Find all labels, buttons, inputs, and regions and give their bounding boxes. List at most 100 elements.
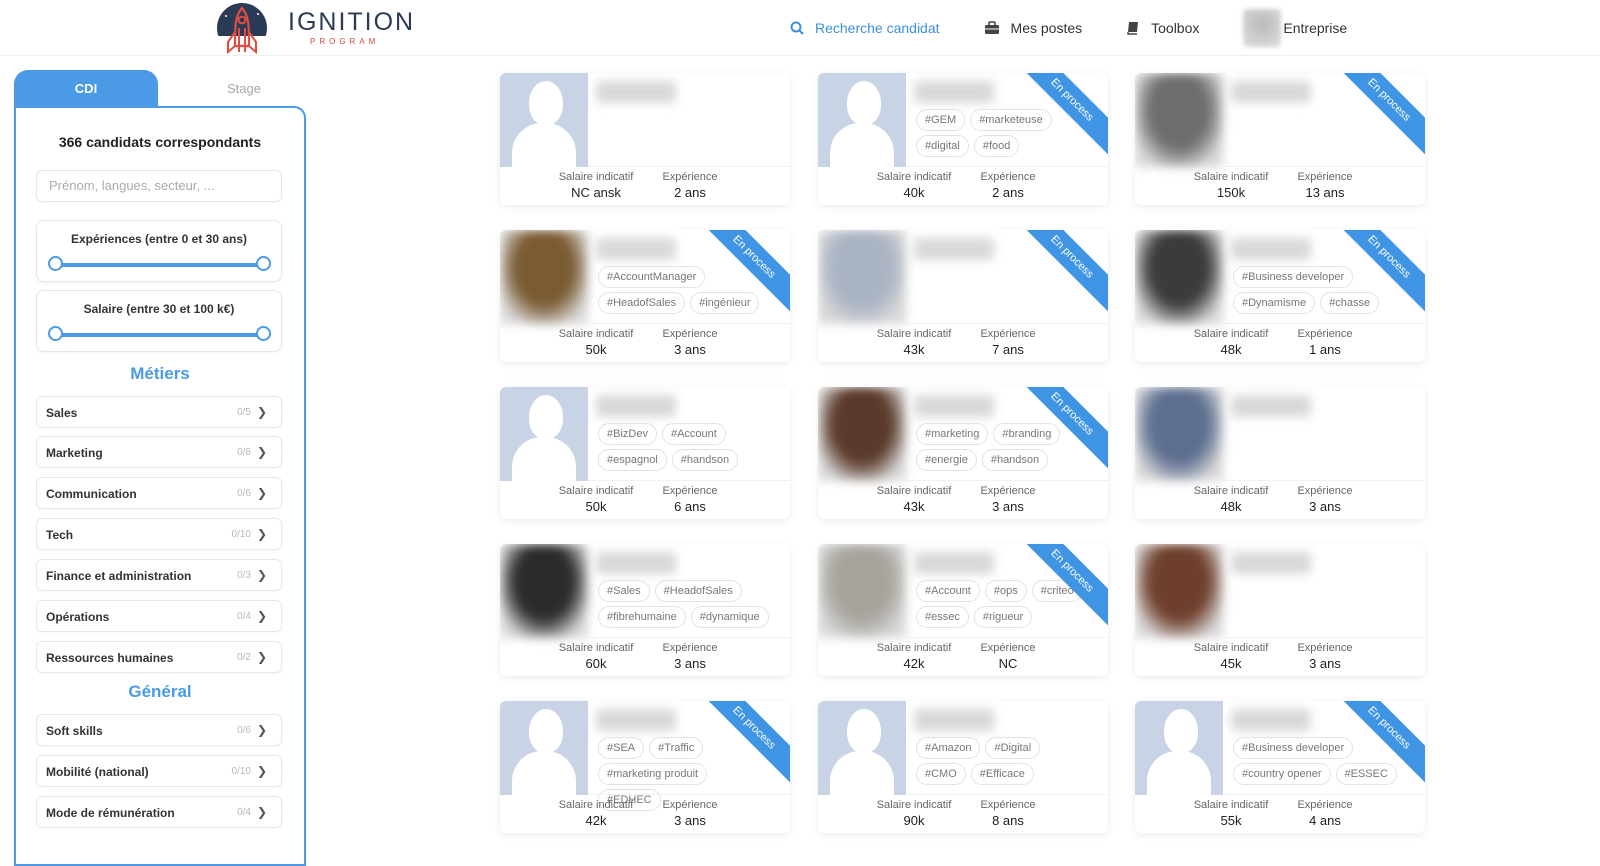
tag-list: #Account #ops #criteo #essec #rigueur [916, 580, 1096, 632]
filter-mobilite[interactable]: Mobilité (national) 0/10 ❯ [36, 755, 282, 787]
experience-stat: Expérience 7 ans [968, 328, 1048, 357]
candidate-card[interactable]: #Amazon #Digital #CMO #Efficace Salaire indi… [818, 701, 1108, 833]
experience-stat: Expérience 2 ans [968, 171, 1048, 200]
salary-value: NC ansk [571, 185, 621, 200]
card-divider [1223, 794, 1425, 795]
experience-value: 3 ans [674, 342, 706, 357]
chevron-right-icon: ❯ [256, 405, 267, 419]
experience-max-handle[interactable] [256, 256, 271, 271]
filter-label: Sales [46, 406, 78, 420]
salary-stat: Salaire indicatif NC ansk [548, 171, 644, 200]
experience-label: Expérience [662, 328, 718, 340]
tag-list: #Business developer #Dynamisme #chasse [1233, 266, 1413, 318]
avatar-body-shape [830, 751, 894, 795]
salary-min-handle[interactable] [48, 326, 63, 341]
experience-stat: Expérience NC [968, 642, 1048, 671]
filter-count: 0/2 [237, 652, 251, 663]
filter-sales[interactable]: Sales 0/5 ❯ [36, 396, 282, 428]
candidate-card[interactable]: #Business developer #country opener #ESSEC… [1135, 701, 1425, 833]
rocket-logo-icon [214, 2, 270, 65]
tag-list: #marketing #branding #energie #handson [916, 423, 1096, 475]
experience-stat: Expérience 3 ans [650, 328, 730, 357]
card-divider [1223, 480, 1425, 481]
skill-tag: #Account [661, 423, 726, 445]
candidate-card[interactable]: Salaire indicatif 48k Expérience 3 ans [1135, 387, 1425, 519]
avatar-body-shape [512, 751, 576, 795]
salary-value: 50k [585, 342, 607, 357]
skill-tag: #Business developer [1233, 737, 1354, 759]
candidate-photo [500, 544, 588, 638]
salary-label: Salaire indicatif [1193, 485, 1269, 497]
en-process-ribbon: En process [1013, 230, 1108, 316]
skill-tag: #ingénieur [690, 292, 760, 314]
candidate-card[interactable]: #SEA #Traffic #marketing produit #EDHEC Sala… [500, 701, 790, 833]
experience-value: 6 ans [674, 499, 706, 514]
candidate-card[interactable]: Salaire indicatif 43k Expérience 7 ans En pr… [818, 230, 1108, 362]
experience-min-handle[interactable] [48, 256, 63, 271]
candidate-name-blurred [1231, 395, 1311, 417]
card-divider [906, 323, 1108, 324]
chevron-right-icon: ❯ [256, 527, 267, 541]
filter-ressources-humaines[interactable]: Ressources humaines 0/2 ❯ [36, 641, 282, 673]
nav-label: Mes postes [1010, 20, 1083, 36]
skill-tag: #dynamique [690, 606, 769, 628]
search-icon [790, 21, 804, 35]
skill-tag: #chasse [1320, 292, 1380, 314]
salary-slider-track[interactable] [55, 333, 265, 337]
nav-entreprise[interactable]: Entreprise [1243, 9, 1347, 47]
metiers-title: Métiers [130, 364, 190, 383]
salary-stat: Salaire indicatif 43k [866, 485, 962, 514]
candidate-card[interactable]: #Business developer #Dynamisme #chasse Sala… [1135, 230, 1425, 362]
experience-stat: Expérience 1 ans [1285, 328, 1365, 357]
ignition-logo[interactable]: IGNITION PROGRAM [214, 2, 415, 65]
salary-max-handle[interactable] [256, 326, 271, 341]
filter-tech[interactable]: Tech 0/10 ❯ [36, 518, 282, 550]
filter-marketing[interactable]: Marketing 0/8 ❯ [36, 436, 282, 468]
filter-operations[interactable]: Opérations 0/4 ❯ [36, 600, 282, 632]
nav-recherche-candidat[interactable]: Recherche candidat [790, 20, 940, 36]
experience-value: 3 ans [992, 499, 1024, 514]
search-input[interactable]: Prénom, langues, secteur, ... [36, 170, 282, 202]
candidate-card[interactable]: Salaire indicatif 45k Expérience 3 ans [1135, 544, 1425, 676]
tag-list: #AccountManager #HeadofSales #ingénieur [598, 266, 778, 318]
candidate-card[interactable]: #GEM #marketeuse #digital #food Salaire indi… [818, 73, 1108, 205]
candidate-card[interactable]: #AccountManager #HeadofSales #ingénieur Sal… [500, 230, 790, 362]
tab-cdi[interactable]: CDI [14, 70, 158, 108]
candidate-name-blurred [596, 81, 676, 103]
chevron-right-icon: ❯ [256, 650, 267, 664]
experience-label: Expérience [980, 799, 1036, 811]
filter-count: 0/4 [237, 611, 251, 622]
card-divider [906, 794, 1108, 795]
nav-toolbox[interactable]: Toolbox [1126, 20, 1199, 36]
salary-stat: Salaire indicatif 55k [1183, 799, 1279, 828]
tab-stage[interactable]: Stage [172, 70, 316, 108]
candidate-card[interactable]: #Sales #HeadofSales #fibrehumaine #dynamiqu… [500, 544, 790, 676]
candidate-card[interactable]: Salaire indicatif NC ansk Expérience 2 ans [500, 73, 790, 205]
salary-label: Salaire indicatif [1193, 328, 1269, 340]
contract-tabs: CDI Stage [14, 70, 306, 108]
filter-panel: 366 candidats correspondants Prénom, lan… [14, 106, 306, 866]
experience-value: 2 ans [992, 185, 1024, 200]
filter-mode-remuneration[interactable]: Mode de rémunération 0/4 ❯ [36, 796, 282, 828]
avatar-head-shape [1164, 709, 1198, 753]
experience-slider-track[interactable] [55, 263, 265, 267]
salary-value: 55k [1220, 813, 1242, 828]
filter-count: 0/5 [237, 407, 251, 418]
nav-mes-postes[interactable]: Mes postes [984, 20, 1083, 36]
candidate-card[interactable]: #marketing #branding #energie #handson Salai… [818, 387, 1108, 519]
candidate-name-blurred [1231, 238, 1311, 260]
candidate-card[interactable]: #Account #ops #criteo #essec #rigueur Salaire… [818, 544, 1108, 676]
salary-value: 150k [1216, 185, 1246, 200]
filter-communication[interactable]: Communication 0/6 ❯ [36, 477, 282, 509]
filter-finance[interactable]: Finance et administration 0/3 ❯ [36, 559, 282, 591]
skill-tag: #Business developer [1233, 266, 1354, 288]
candidate-card[interactable]: #BizDev #Account #espagnol #handson Salaire … [500, 387, 790, 519]
avatar-head-shape [847, 81, 881, 125]
card-divider [1223, 637, 1425, 638]
salary-value: 40k [903, 185, 925, 200]
filter-soft-skills[interactable]: Soft skills 0/6 ❯ [36, 714, 282, 746]
filter-label: Mobilité (national) [46, 765, 149, 779]
candidate-name-blurred [596, 552, 676, 574]
salary-value: 45k [1220, 656, 1242, 671]
candidate-card[interactable]: Salaire indicatif 150k Expérience 13 ans En … [1135, 73, 1425, 205]
